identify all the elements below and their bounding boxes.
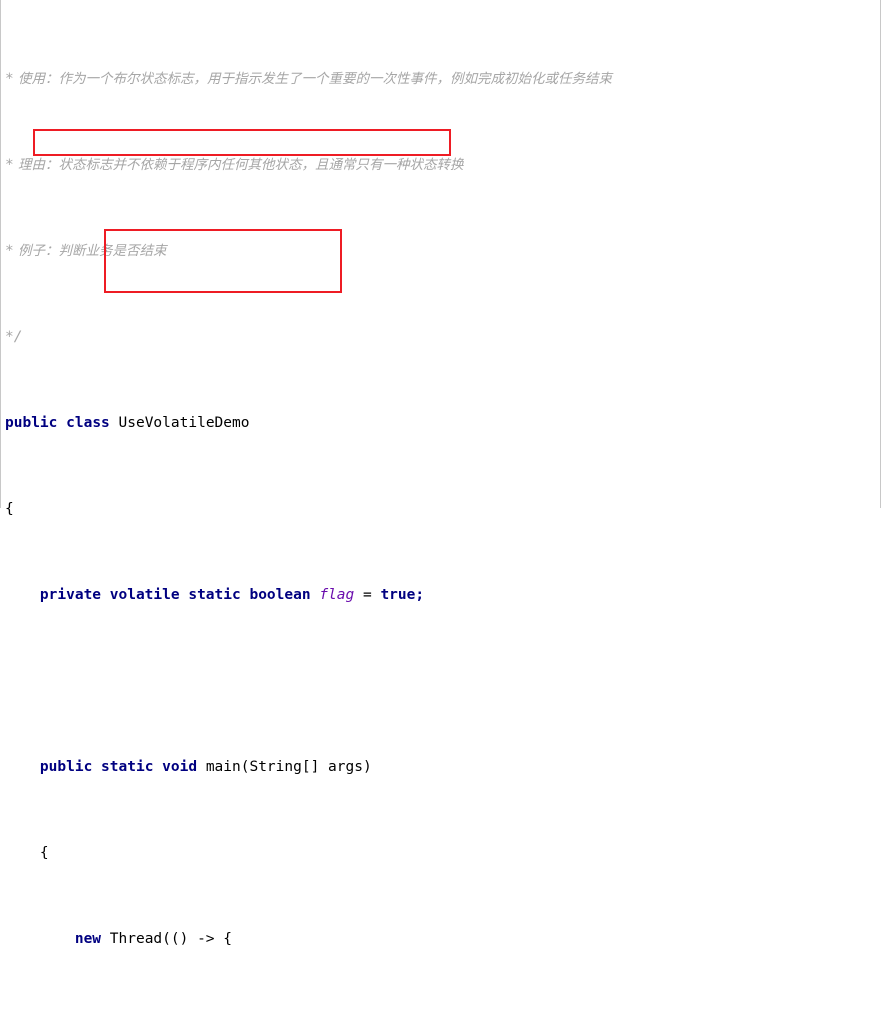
keyword-new: new	[75, 931, 101, 947]
keyword-void: void	[162, 759, 197, 775]
comment-star: *	[5, 71, 14, 87]
field-flag: flag	[319, 587, 354, 603]
code-editor[interactable]: * 使用：作为一个布尔状态标志，用于指示发生了一个重要的一次性事件，例如完成初始…	[0, 0, 881, 508]
code-line-comment-usage: * 使用：作为一个布尔状态标志，用于指示发生了一个重要的一次性事件，例如完成初始…	[1, 69, 869, 91]
code-line-class-decl: public class UseVolatileDemo	[1, 413, 869, 435]
code-line-class-open-brace: {	[1, 499, 869, 521]
code-line-volatile-field: private volatile static boolean flag = t…	[1, 585, 869, 607]
keyword-boolean: boolean	[249, 587, 310, 603]
comment-star: *	[5, 157, 14, 173]
literal-true: true	[380, 587, 415, 603]
code-line-while-flag: while(flag) {	[1, 1015, 869, 1016]
semicolon: ;	[415, 587, 424, 603]
keyword-class: class	[66, 415, 110, 431]
keyword-static: static	[101, 759, 153, 775]
thread-lambda-open: Thread(() -> {	[101, 931, 232, 947]
comment-text-example: 例子：判断业务是否结束	[14, 243, 167, 259]
class-name: UseVolatileDemo	[119, 415, 250, 431]
code-line-thread-t1-new: new Thread(() -> {	[1, 929, 869, 951]
keyword-volatile: volatile	[110, 587, 180, 603]
code-content[interactable]: * 使用：作为一个布尔状态标志，用于指示发生了一个重要的一次性事件，例如完成初始…	[1, 0, 869, 1016]
brace: {	[5, 501, 14, 517]
code-line-comment-example: * 例子：判断业务是否结束	[1, 241, 869, 263]
comment-close-token: */	[5, 329, 22, 345]
code-line-comment-close: */	[1, 327, 869, 349]
code-line-blank	[1, 671, 869, 693]
main-method-signature: main(String[] args)	[197, 759, 372, 775]
keyword-public: public	[40, 759, 92, 775]
keyword-private: private	[40, 587, 101, 603]
comment-text-reason: 理由：状态标志并不依赖于程序内任何其他状态，且通常只有一种状态转换	[14, 157, 464, 173]
comment-text-usage: 使用：作为一个布尔状态标志，用于指示发生了一个重要的一次性事件，例如完成初始化或…	[14, 71, 612, 87]
brace: {	[40, 845, 49, 861]
keyword-public: public	[5, 415, 57, 431]
code-line-main-open-brace: {	[1, 843, 869, 865]
code-line-comment-reason: * 理由：状态标志并不依赖于程序内任何其他状态，且通常只有一种状态转换	[1, 155, 869, 177]
comment-star: *	[5, 243, 14, 259]
keyword-static: static	[188, 587, 240, 603]
code-line-main-signature: public static void main(String[] args)	[1, 757, 869, 779]
